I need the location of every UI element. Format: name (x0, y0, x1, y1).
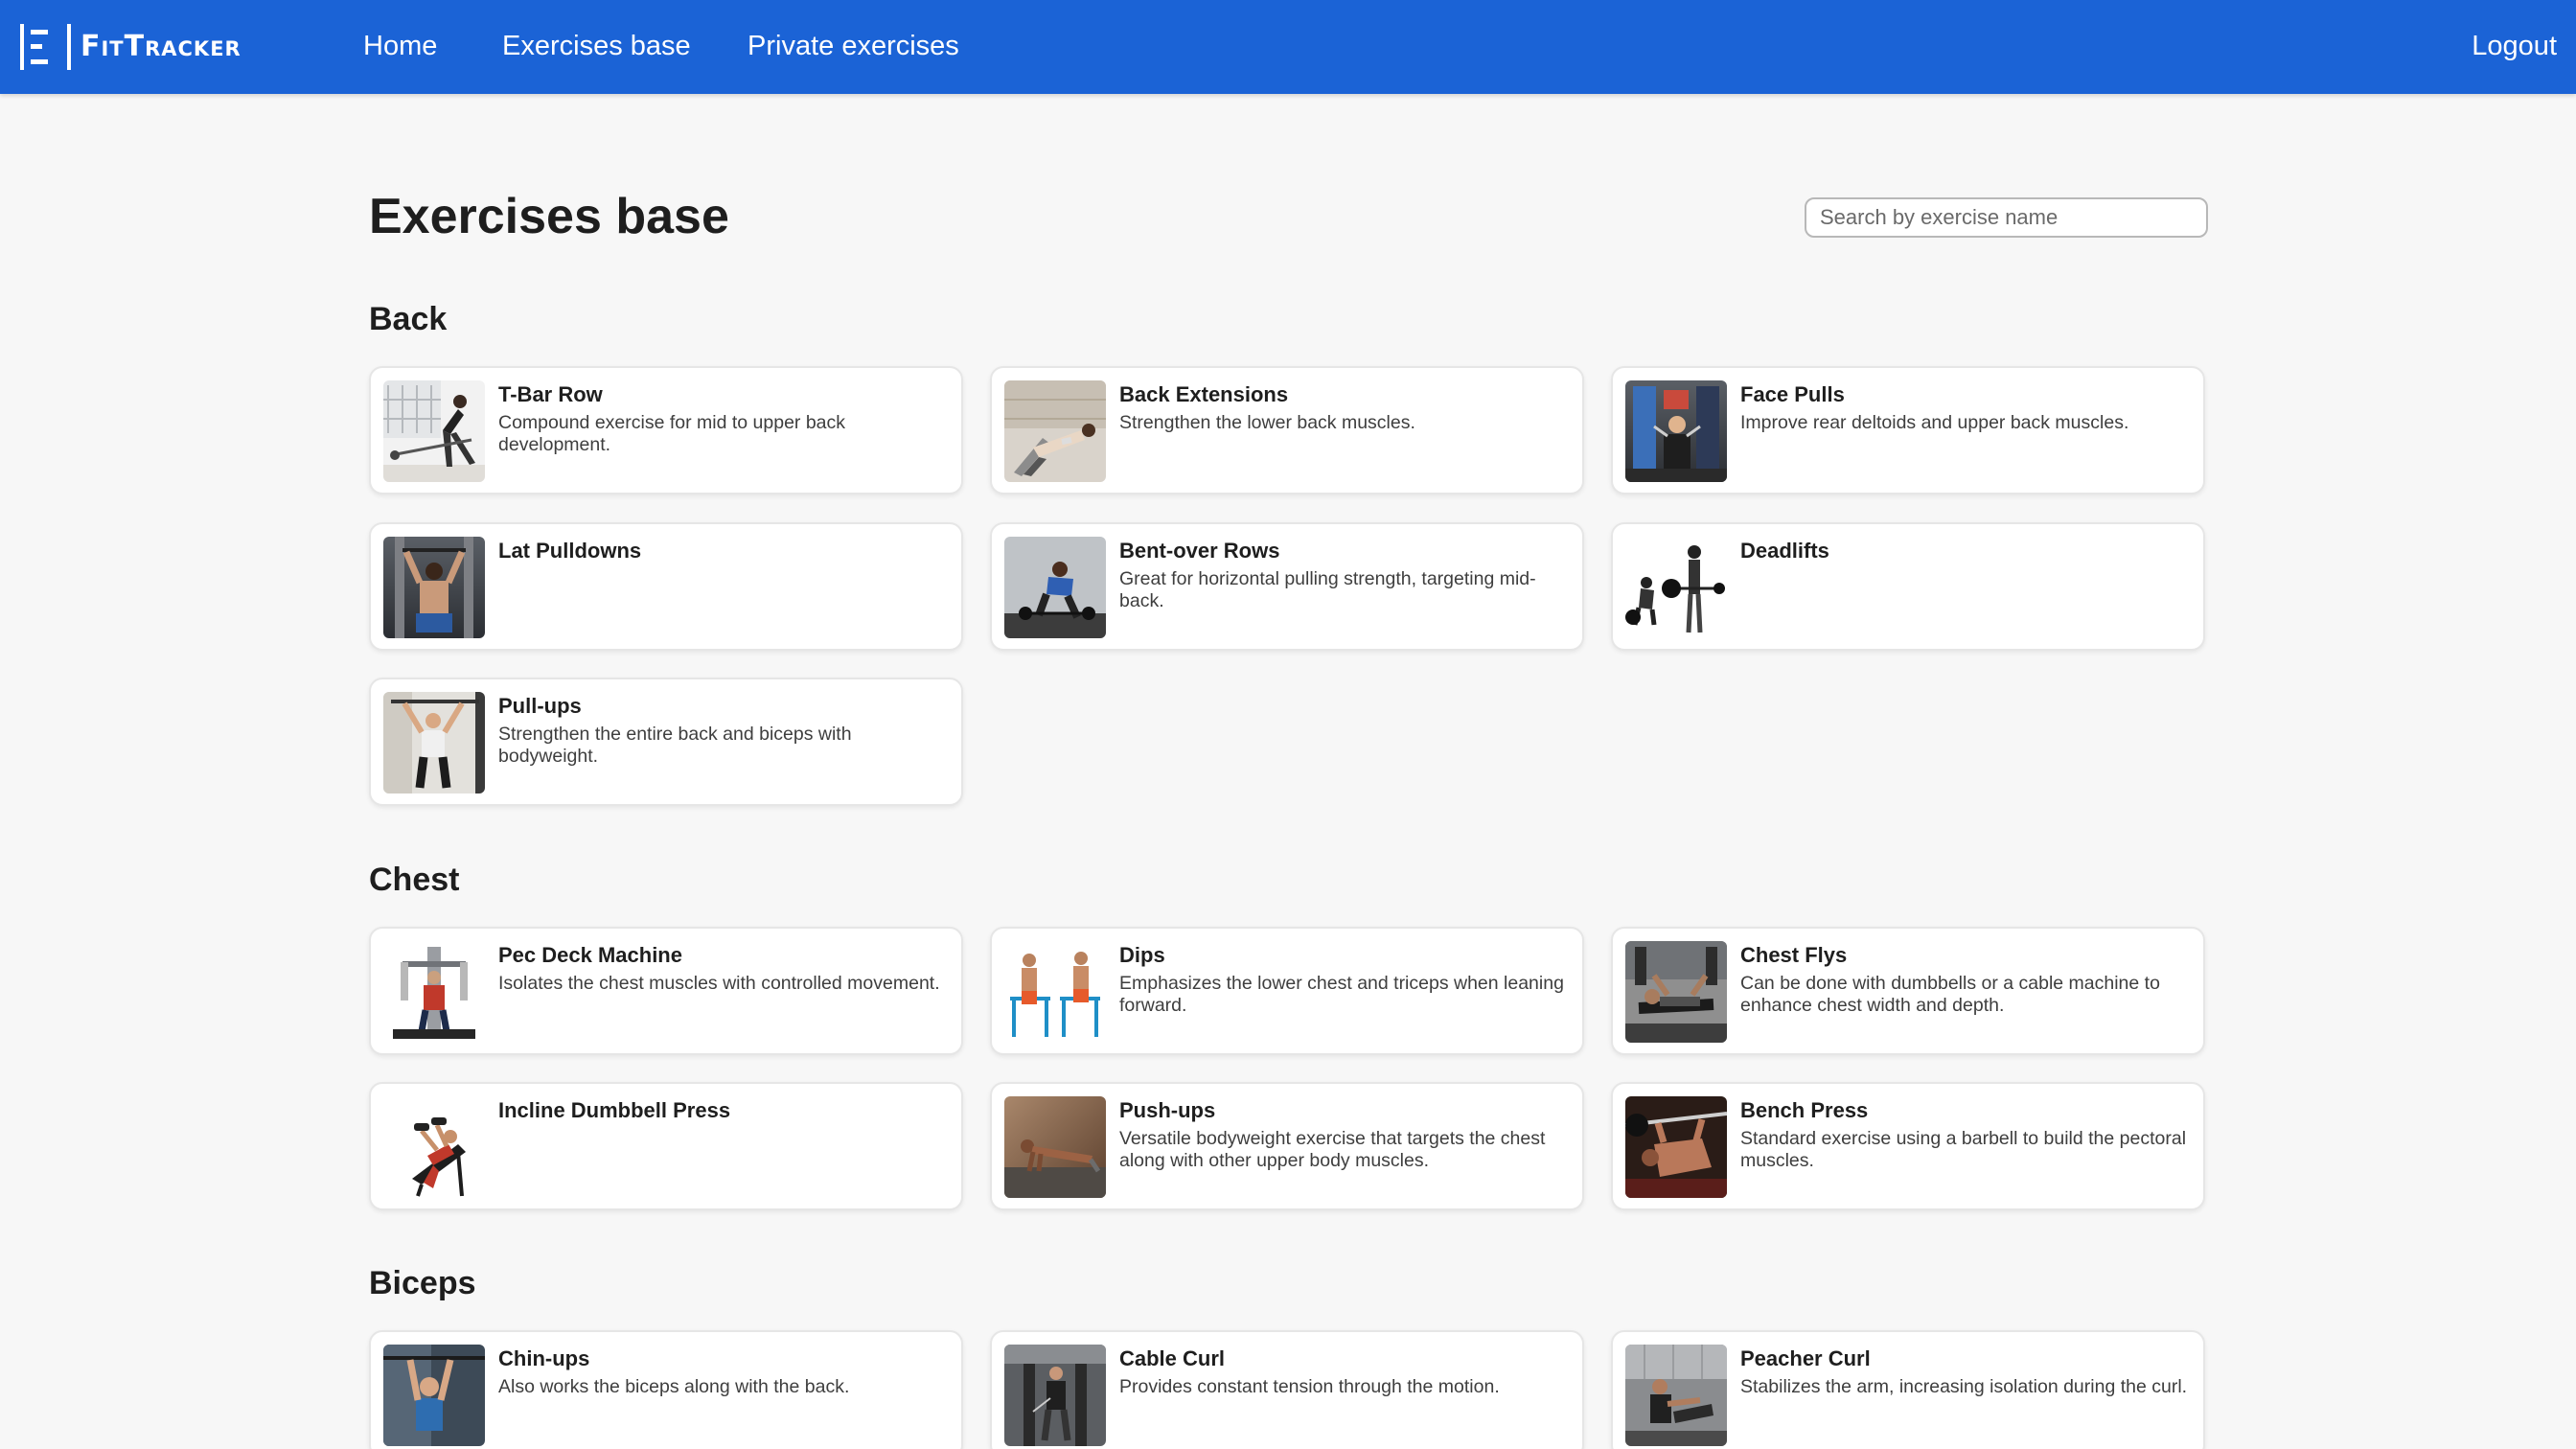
exercise-description: Also works the biceps along with the bac… (498, 1376, 850, 1397)
section-title-back: Back (369, 301, 448, 337)
exercise-description: Stabilizes the arm, increasing isolation… (1740, 1376, 2188, 1397)
logo-mark-icon (20, 24, 71, 70)
exercise-name: Back Extensions (1119, 382, 1289, 406)
exercise-card-incline-dumbbell-press[interactable]: Incline Dumbbell Press (369, 1082, 963, 1210)
exercise-name: Pull-ups (498, 694, 582, 718)
pull-ups-image (383, 692, 485, 794)
section-title-chest: Chest (369, 862, 460, 898)
exercise-card-tbar-row[interactable]: T-Bar Row Compound exercise for mid to u… (369, 366, 963, 494)
exercise-description: Can be done with dumbbells or a cable ma… (1740, 973, 2160, 1016)
exercise-description: Emphasizes the lower chest and triceps w… (1119, 973, 1564, 1016)
exercise-description: Strengthen the lower back muscles. (1119, 412, 1415, 433)
nav-private-exercises-link[interactable]: Private exercises (748, 29, 959, 63)
exercise-card-dips[interactable]: Dips Emphasizes the lower chest and tric… (990, 927, 1584, 1055)
logo-text: FitTracker (80, 30, 242, 63)
exercise-name: Peacher Curl (1740, 1346, 1871, 1370)
exercise-card-face-pulls[interactable]: Face Pulls Improve rear deltoids and upp… (1611, 366, 2205, 494)
exercise-name: Chin-ups (498, 1346, 590, 1370)
exercise-description: Standard exercise using a barbell to bui… (1740, 1128, 2187, 1171)
dips-image (1004, 941, 1106, 1043)
exercise-card-pull-ups[interactable]: Pull-ups Strengthen the entire back and … (369, 678, 963, 806)
exercise-name: Push-ups (1119, 1098, 1216, 1122)
exercise-card-chest-flys[interactable]: Chest Flys Can be done with dumbbells or… (1611, 927, 2205, 1055)
exercise-card-bent-over-rows[interactable]: Bent-over Rows Great for horizontal pull… (990, 522, 1584, 651)
top-navbar: FitTracker Home Exercises base Private e… (0, 0, 2576, 94)
incline-press-image (383, 1096, 485, 1198)
exercise-card-bench-press[interactable]: Bench Press Standard exercise using a ba… (1611, 1082, 2205, 1210)
exercise-card-lat-pulldowns[interactable]: Lat Pulldowns (369, 522, 963, 651)
nav-home-link[interactable]: Home (363, 29, 437, 63)
exercise-name: Pec Deck Machine (498, 943, 682, 967)
exercise-description: Compound exercise for mid to upper back … (498, 412, 846, 455)
exercise-card-cable-curl[interactable]: Cable Curl Provides constant tension thr… (990, 1330, 1584, 1449)
exercise-name: Bent-over Rows (1119, 539, 1280, 563)
exercise-card-push-ups[interactable]: Push-ups Versatile bodyweight exercise t… (990, 1082, 1584, 1210)
exercise-name: Incline Dumbbell Press (498, 1098, 731, 1122)
exercise-card-chin-ups[interactable]: Chin-ups Also works the biceps along wit… (369, 1330, 963, 1449)
cable-curl-image (1004, 1345, 1106, 1446)
exercise-search-input[interactable] (1805, 197, 2208, 238)
exercise-name: T-Bar Row (498, 382, 603, 406)
page-title: Exercises base (369, 189, 729, 244)
fittracker-logo[interactable]: FitTracker (19, 23, 242, 71)
section-title-biceps: Biceps (369, 1265, 476, 1301)
face-pulls-image (1625, 380, 1727, 482)
deadlifts-image (1625, 537, 1727, 638)
chin-ups-image (383, 1345, 485, 1446)
bench-press-image (1625, 1096, 1727, 1198)
exercise-description: Great for horizontal pulling strength, t… (1119, 568, 1536, 611)
exercise-name: Chest Flys (1740, 943, 1848, 967)
exercise-name: Lat Pulldowns (498, 539, 642, 563)
exercise-card-peacher-curl[interactable]: Peacher Curl Stabilizes the arm, increas… (1611, 1330, 2205, 1449)
bent-over-rows-image (1004, 537, 1106, 638)
exercise-description: Improve rear deltoids and upper back mus… (1740, 412, 2129, 433)
exercise-card-deadlifts[interactable]: Deadlifts (1611, 522, 2205, 651)
exercise-name: Bench Press (1740, 1098, 1869, 1122)
tbar-row-image (383, 380, 485, 482)
push-ups-image (1004, 1096, 1106, 1198)
peacher-curl-image (1625, 1345, 1727, 1446)
exercise-name: Dips (1119, 943, 1165, 967)
exercise-description: Versatile bodyweight exercise that targe… (1119, 1128, 1546, 1171)
exercise-card-pec-deck-machine[interactable]: Pec Deck Machine Isolates the chest musc… (369, 927, 963, 1055)
exercise-name: Face Pulls (1740, 382, 1845, 406)
exercise-card-back-extensions[interactable]: Back Extensions Strengthen the lower bac… (990, 366, 1584, 494)
lat-pulldowns-image (383, 537, 485, 638)
chest-flys-image (1625, 941, 1727, 1043)
logout-link[interactable]: Logout (2472, 29, 2557, 63)
nav-exercises-base-link[interactable]: Exercises base (502, 29, 691, 63)
back-extensions-image (1004, 380, 1106, 482)
pec-deck-image (383, 941, 485, 1043)
exercise-description: Isolates the chest muscles with controll… (498, 973, 940, 994)
exercise-name: Deadlifts (1740, 539, 1829, 563)
exercise-description: Provides constant tension through the mo… (1119, 1376, 1500, 1397)
exercise-name: Cable Curl (1119, 1346, 1226, 1370)
exercise-description: Strengthen the entire back and biceps wi… (498, 724, 852, 767)
